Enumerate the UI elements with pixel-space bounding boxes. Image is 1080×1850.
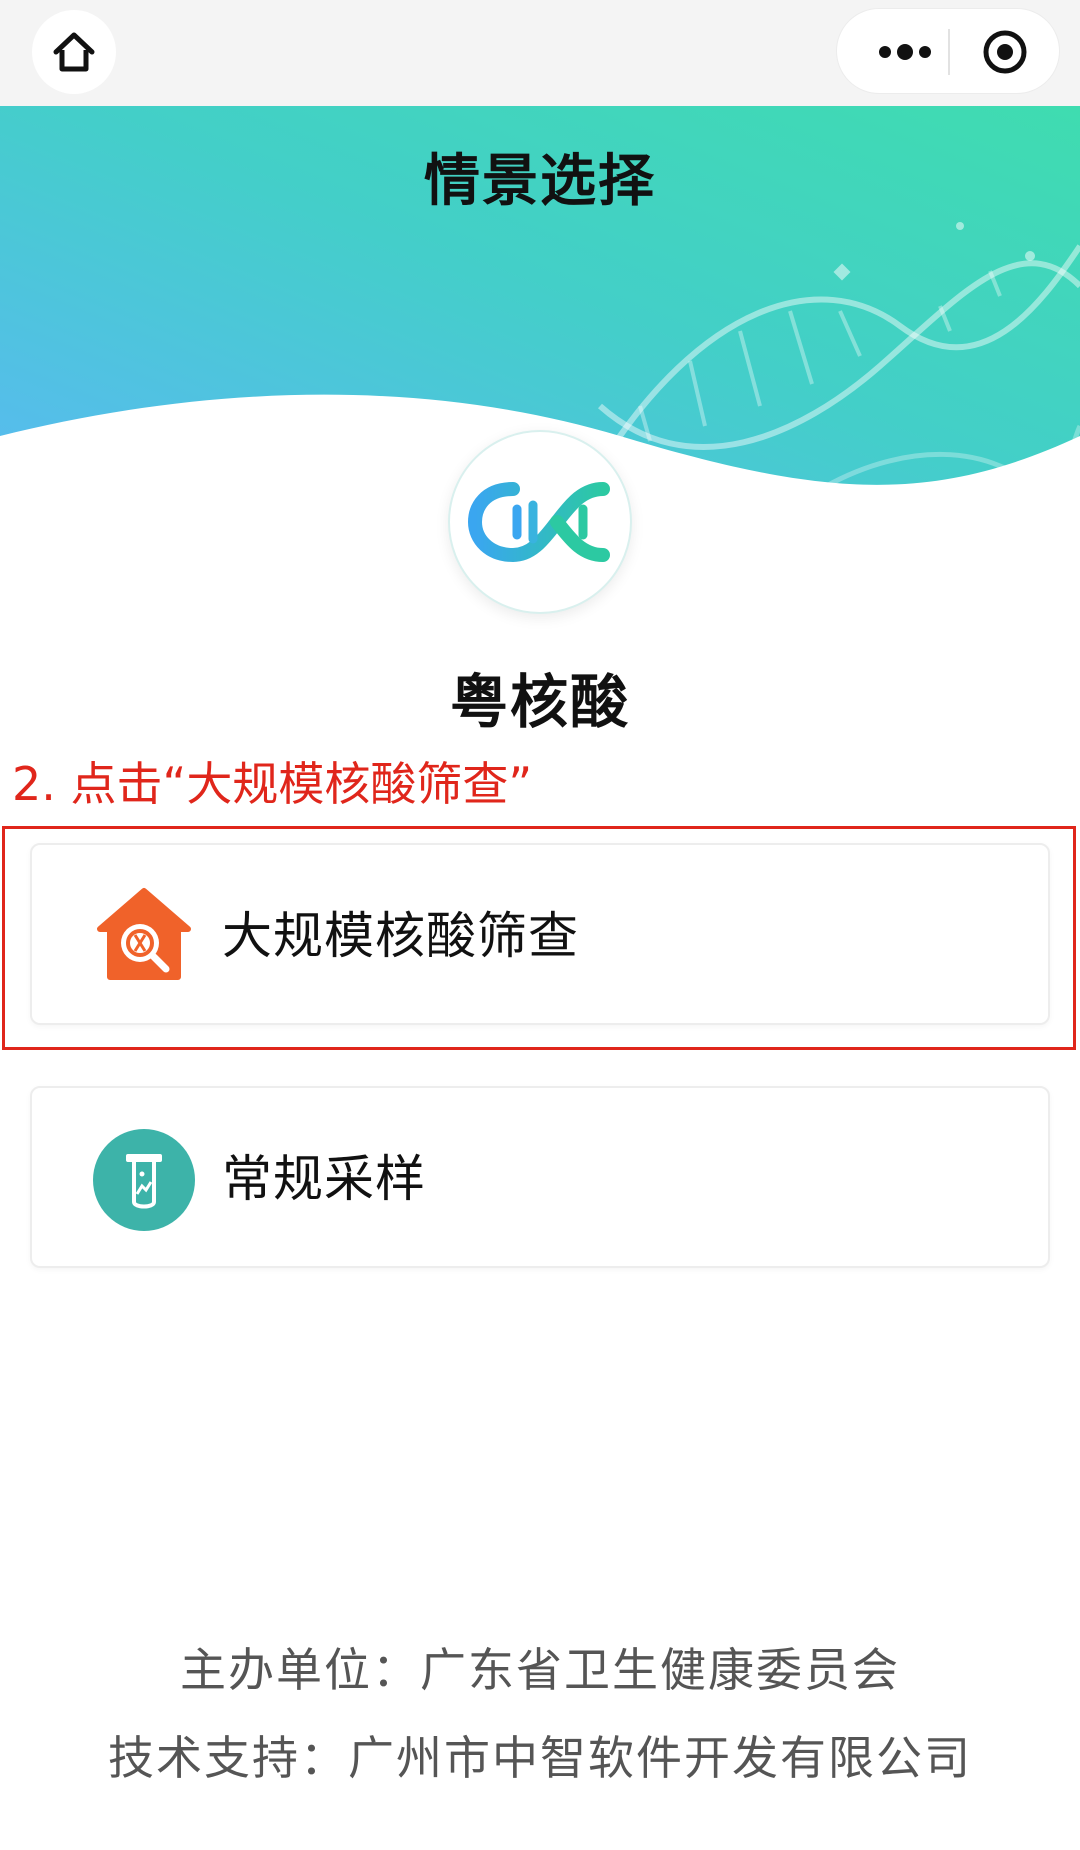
mini-program-topbar bbox=[0, 0, 1080, 106]
instruction-annotation: 2. 点击“大规模核酸筛查” bbox=[12, 757, 533, 811]
test-tube-icon bbox=[92, 1128, 196, 1232]
app-name: 粤核酸 bbox=[449, 668, 630, 736]
close-program-button[interactable] bbox=[977, 29, 1033, 75]
option-label: 常规采样 bbox=[222, 1150, 426, 1208]
menu-capsule bbox=[836, 8, 1060, 94]
app-logo bbox=[448, 430, 632, 614]
home-icon bbox=[53, 32, 95, 72]
house-search-icon bbox=[92, 885, 196, 989]
target-circle-icon bbox=[983, 30, 1027, 74]
dna-logo-icon bbox=[467, 482, 610, 563]
footer-support: 技术支持：广州市中智软件开发有限公司 bbox=[108, 1731, 972, 1785]
option-mass-screening[interactable]: 大规模核酸筛查 bbox=[30, 843, 1050, 1025]
page-title: 情景选择 bbox=[424, 149, 656, 214]
capsule-divider bbox=[948, 29, 950, 75]
more-button[interactable] bbox=[865, 35, 945, 69]
option-label: 大规模核酸筛查 bbox=[222, 907, 579, 965]
footer-organizer: 主办单位：广东省卫生健康委员会 bbox=[180, 1643, 900, 1697]
option-routine-sampling[interactable]: 常规采样 bbox=[30, 1086, 1050, 1268]
more-dots-icon bbox=[879, 44, 931, 60]
home-button[interactable] bbox=[32, 10, 116, 94]
